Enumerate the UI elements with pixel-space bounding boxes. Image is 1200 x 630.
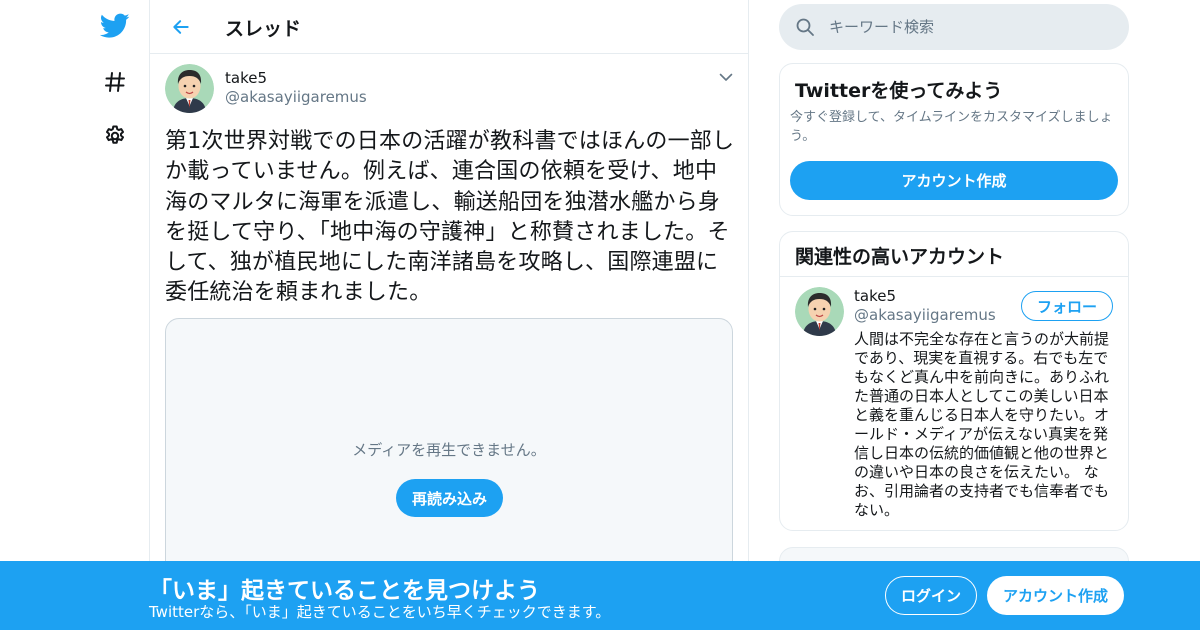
media-error-message: メディアを再生できません。: [352, 441, 546, 459]
main-column: スレッド take5 @akasayiigaremus 第1次世界対戦での日本の…: [149, 0, 749, 630]
related-accounts-title: 関連性の高いアカウント: [795, 246, 1005, 268]
login-button[interactable]: ログイン: [885, 576, 977, 615]
follow-button[interactable]: フォロー: [1021, 291, 1113, 321]
signup-card-description: 今すぐ登録して、タイムラインをカスタマイズしましょう。: [790, 110, 1113, 144]
gear-icon[interactable]: [90, 116, 140, 156]
signup-card: Twitterを使ってみよう 今すぐ登録して、タイムラインをカスタマイズしましょ…: [779, 63, 1129, 216]
divider: [780, 276, 1128, 277]
signup-card-title: Twitterを使ってみよう: [795, 80, 1003, 102]
search-icon: [795, 17, 815, 41]
page-root: スレッド take5 @akasayiigaremus 第1次世界対戦での日本の…: [0, 0, 1200, 630]
banner-subtitle: Twitterなら、「いま」起きていることをいち早くチェックできます。: [149, 603, 611, 621]
twitter-bird-icon[interactable]: [90, 6, 140, 46]
page-title: スレッド: [225, 18, 302, 40]
arrow-left-icon[interactable]: [166, 12, 196, 42]
hashtag-icon[interactable]: [90, 62, 140, 102]
avatar[interactable]: [165, 64, 214, 113]
banner-title: 「いま」起きていることを見つけよう: [149, 578, 540, 604]
thread-header: スレッド: [150, 0, 748, 54]
related-account-bio: 人間は不完全な存在と言うのが大前提であり、現実を直視する。右でも左でもなくど真ん…: [854, 330, 1110, 519]
search-box: [779, 4, 1129, 50]
reload-button[interactable]: 再読み込み: [396, 479, 503, 517]
tweet-author-handle[interactable]: @akasayiigaremus: [225, 88, 367, 106]
chevron-down-icon[interactable]: [716, 68, 736, 86]
create-account-button[interactable]: アカウント作成: [790, 161, 1118, 200]
tweet-author-name[interactable]: take5: [225, 69, 267, 87]
tweet-text: 第1次世界対戦での日本の活躍が教科書ではほんの一部しか載っていません。例えば、連…: [165, 129, 735, 306]
related-accounts-card: 関連性の高いアカウント take5 @akasayiigaremus フォロー …: [779, 231, 1129, 531]
banner-create-account-button[interactable]: アカウント作成: [987, 576, 1124, 615]
search-input[interactable]: [829, 4, 1109, 50]
related-account-handle[interactable]: @akasayiigaremus: [854, 306, 996, 324]
avatar[interactable]: [795, 287, 844, 336]
signup-banner: 「いま」起きていることを見つけよう Twitterなら、「いま」起きていることを…: [0, 561, 1200, 630]
left-nav: [80, 0, 150, 630]
related-account-name[interactable]: take5: [854, 287, 896, 305]
